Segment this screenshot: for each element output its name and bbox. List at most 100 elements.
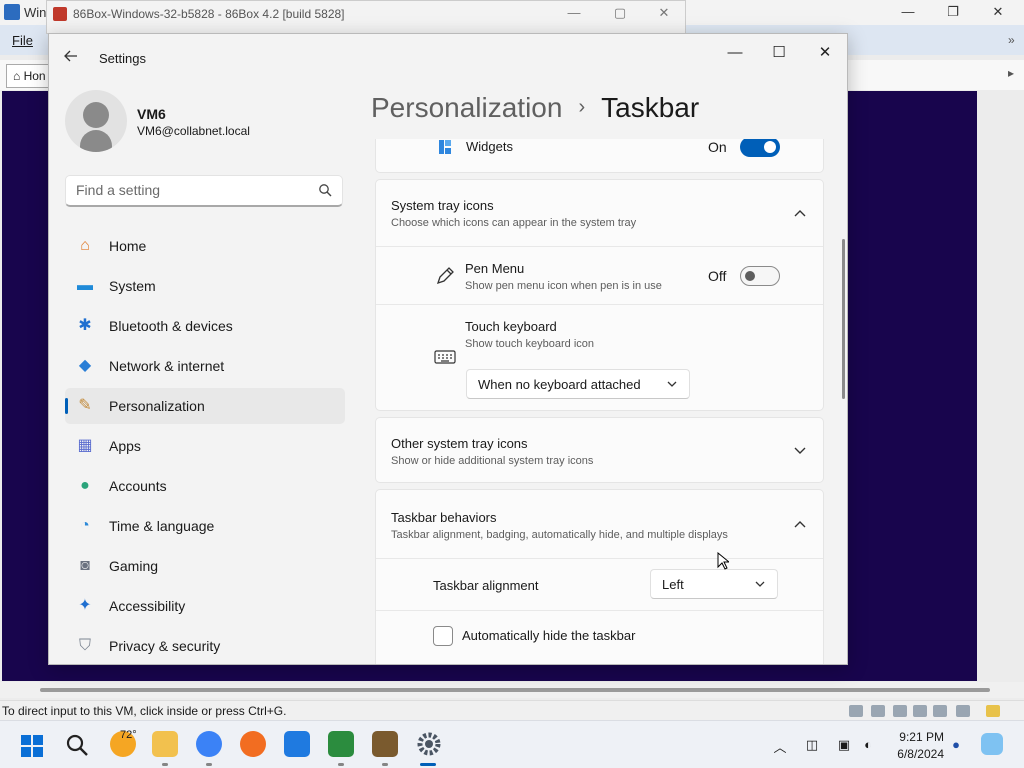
sidebar-item-apps[interactable]: ▦ Apps — [65, 428, 345, 464]
chevron-down-icon — [667, 381, 677, 387]
background-86box-window[interactable]: 86Box-Windows-32-b5828 - 86Box 4.2 [buil… — [46, 0, 686, 34]
firefox-icon[interactable] — [240, 731, 266, 757]
printer-icon[interactable] — [913, 705, 927, 717]
notepad-icon[interactable] — [284, 731, 310, 757]
touch-keyboard-dropdown[interactable]: When no keyboard attached — [466, 369, 690, 399]
vm-app-icon[interactable] — [328, 731, 354, 757]
chevron-up-icon[interactable] — [793, 519, 807, 529]
host-close-button[interactable]: ✕ — [983, 2, 1013, 22]
chrome-icon[interactable] — [196, 731, 222, 757]
volume-icon[interactable]: ◐ — [860, 737, 876, 753]
search-input[interactable] — [66, 176, 306, 204]
search-box[interactable] — [65, 175, 343, 207]
widgets-label: Widgets — [466, 139, 513, 154]
pen-menu-row: Pen Menu Show pen menu icon when pen is … — [376, 246, 823, 304]
host-maximize-button[interactable]: ❐ — [938, 2, 968, 22]
copilot-icon[interactable] — [981, 733, 1003, 755]
widgets-state: On — [708, 139, 727, 155]
arrow-left-icon — [64, 50, 77, 62]
maximize-button[interactable]: ☐ — [764, 40, 794, 66]
sound-icon[interactable] — [933, 705, 947, 717]
home-tab-icon: ⌂ — [13, 69, 21, 83]
wifi-icon: ◆ — [78, 357, 92, 374]
autohide-checkbox[interactable] — [433, 626, 453, 646]
pen-icon — [436, 267, 454, 285]
chevron-down-icon[interactable] — [793, 446, 807, 456]
breadcrumb-parent[interactable]: Personalization — [371, 92, 562, 123]
other-tray-title: Other system tray icons — [391, 436, 528, 451]
scrollbar-thumb[interactable] — [40, 688, 990, 692]
menubar-overflow-icon[interactable]: » — [1008, 33, 1015, 47]
clock-time[interactable]: 9:21 PM — [884, 730, 944, 744]
minimize-button[interactable]: — — [720, 40, 750, 66]
tab-home-label: Hon — [23, 69, 46, 83]
taskbar-alignment-row: Taskbar alignment Left — [376, 558, 823, 610]
settings-gear-icon[interactable] — [416, 731, 442, 757]
weather-temperature: 72° — [120, 729, 137, 741]
86box-taskbar-icon[interactable] — [372, 731, 398, 757]
sidebar-item-accessibility[interactable]: ✦ Accessibility — [65, 588, 345, 624]
pen-menu-label: Pen Menu — [465, 261, 525, 276]
chevron-up-icon[interactable]: ︿ — [772, 737, 788, 755]
system-tray-header[interactable]: System tray icons Choose which icons can… — [376, 180, 823, 246]
sidebar-item-accounts[interactable]: ● Accounts — [65, 468, 345, 504]
pen-menu-desc: Show pen menu icon when pen is in use — [465, 280, 662, 292]
message-icon[interactable] — [986, 705, 1000, 717]
bg-minimize-button[interactable]: — — [563, 5, 585, 20]
running-indicator — [338, 763, 344, 766]
avatar[interactable] — [65, 90, 127, 152]
sidebar-item-system[interactable]: ▬ System — [65, 268, 345, 304]
globe-clock-icon: ◔ — [80, 517, 90, 534]
widgets-toggle[interactable] — [740, 139, 780, 157]
active-app-indicator — [420, 763, 436, 766]
sidebar-item-time-language[interactable]: ◔ Time & language — [65, 508, 345, 544]
network-icon[interactable]: ◫ — [804, 737, 820, 753]
search-icon[interactable] — [65, 733, 89, 757]
sidebar-item-label: Time & language — [109, 518, 215, 534]
bg-maximize-button[interactable]: ▢ — [609, 5, 631, 21]
keyboard-icon — [434, 350, 456, 364]
widgets-icon — [438, 139, 452, 155]
hdd-icon[interactable] — [849, 705, 863, 717]
content-scrollbar[interactable] — [842, 239, 845, 399]
search-icon[interactable] — [318, 183, 332, 197]
cd-icon[interactable] — [871, 705, 885, 717]
vmware-app-icon — [4, 4, 20, 20]
taskbar-alignment-dropdown[interactable]: Left — [650, 569, 778, 599]
touch-keyboard-row: Touch keyboard Show touch keyboard icon … — [376, 304, 823, 410]
sidebar-item-network-internet[interactable]: ◆ Network & internet — [65, 348, 345, 384]
display-icon[interactable]: ▣ — [836, 737, 852, 753]
notification-bell-icon[interactable]: ● — [948, 737, 964, 753]
taskbar-behaviors-header[interactable]: Taskbar behaviors Taskbar alignment, bad… — [376, 490, 823, 558]
taskbar-alignment-label: Taskbar alignment — [433, 578, 539, 593]
sidebar-item-personalization[interactable]: ✎ Personalization — [65, 388, 345, 424]
bg-close-button[interactable]: ✕ — [653, 5, 675, 21]
sidebar-item-home[interactable]: ⌂ Home — [65, 228, 345, 264]
sidebar-item-label: Bluetooth & devices — [109, 318, 233, 334]
chevron-up-icon[interactable] — [793, 208, 807, 218]
windows-start-icon[interactable] — [21, 735, 43, 757]
tab-scroll-icon[interactable]: ▸ — [1008, 66, 1014, 80]
close-button[interactable]: ✕ — [810, 40, 840, 66]
host-minimize-button[interactable]: — — [893, 2, 923, 22]
profile-email: VM6@collabnet.local — [137, 124, 250, 138]
file-explorer-icon[interactable] — [152, 731, 178, 757]
sidebar-item-privacy-security[interactable]: ⛉ Privacy & security — [65, 628, 345, 664]
tab-home[interactable]: ⌂ Hon — [6, 64, 50, 88]
sidebar-item-label: Gaming — [109, 558, 159, 574]
system-tray-subtitle: Choose which icons can appear in the sys… — [391, 217, 637, 229]
other-tray-card[interactable]: Other system tray icons Show or hide add… — [375, 417, 824, 483]
back-button[interactable] — [63, 48, 83, 68]
network-adapter-icon[interactable] — [956, 705, 970, 717]
shield-icon: ⛉ — [78, 637, 91, 654]
floppy-icon[interactable] — [893, 705, 907, 717]
apps-icon: ▦ — [77, 437, 93, 454]
clock-date[interactable]: 6/8/2024 — [884, 747, 944, 761]
taskbar-behaviors-title: Taskbar behaviors — [391, 510, 497, 525]
sidebar-item-gaming[interactable]: ◙ Gaming — [65, 548, 345, 584]
pen-menu-toggle[interactable] — [740, 266, 780, 286]
sidebar-item-bluetooth-devices[interactable]: ✱ Bluetooth & devices — [65, 308, 345, 344]
menu-file[interactable]: File — [12, 33, 33, 48]
sidebar-item-label: System — [109, 278, 156, 294]
host-horizontal-scrollbar[interactable] — [0, 682, 1024, 698]
